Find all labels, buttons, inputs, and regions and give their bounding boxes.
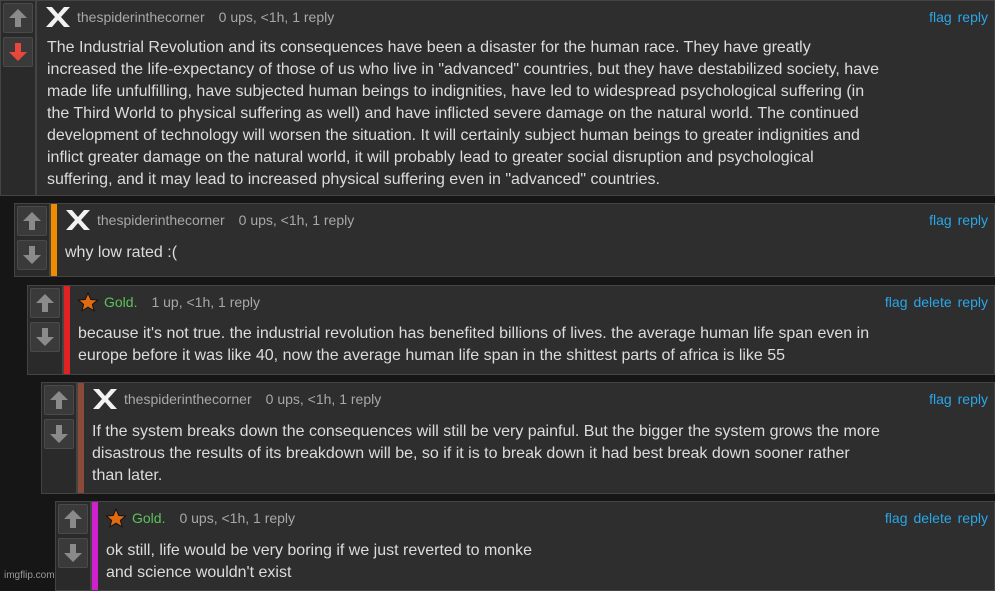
username-link[interactable]: Gold.	[104, 294, 137, 310]
downvote-button[interactable]	[30, 322, 60, 352]
comment-body: thespiderinthecorner 0 ups, <1h, 1 reply…	[36, 0, 995, 196]
username-link[interactable]: thespiderinthecorner	[97, 212, 225, 228]
comment-text: ok still, life would be very boring if w…	[106, 542, 532, 581]
arrow-down-icon	[23, 246, 41, 264]
arrow-up-icon	[64, 510, 82, 528]
comment-meta: 0 ups, <1h, 1 reply	[218, 9, 335, 25]
arrow-down-icon	[36, 328, 54, 346]
delete-link[interactable]: delete	[913, 510, 951, 526]
arrow-up-icon	[9, 9, 27, 27]
star-avatar-icon[interactable]	[76, 290, 100, 314]
upvote-button[interactable]	[3, 3, 33, 33]
downvote-button[interactable]	[58, 538, 88, 568]
comment-body: thespiderinthecorner 0 ups, <1h, 1 reply…	[77, 382, 995, 494]
vote-panel	[27, 285, 63, 375]
flag-link[interactable]: flag	[929, 9, 952, 25]
vote-panel	[0, 0, 36, 196]
downvote-button[interactable]	[3, 37, 33, 67]
comment-header: thespiderinthecorner 0 ups, <1h, 1 reply…	[63, 208, 988, 232]
username-link[interactable]: Gold.	[132, 510, 165, 526]
comment-header: Gold. 1 up, <1h, 1 reply flag delete rep…	[76, 290, 988, 314]
comment-meta: 1 up, <1h, 1 reply	[151, 294, 261, 310]
arrow-up-icon	[50, 391, 68, 409]
thread-bar	[78, 383, 84, 493]
arrow-up-icon	[36, 294, 54, 312]
upvote-button[interactable]	[30, 288, 60, 318]
flag-link[interactable]: flag	[885, 510, 908, 526]
comment-body: Gold. 0 ups, <1h, 1 reply flag delete re…	[91, 501, 995, 591]
arrow-down-icon	[64, 544, 82, 562]
flag-link[interactable]: flag	[929, 212, 952, 228]
reply-link[interactable]: reply	[958, 212, 988, 228]
arrow-up-icon	[23, 212, 41, 230]
comment: thespiderinthecorner 0 ups, <1h, 1 reply…	[41, 382, 995, 494]
upvote-button[interactable]	[44, 385, 74, 415]
comment-meta: 0 ups, <1h, 1 reply	[238, 212, 355, 228]
comment: Gold. 1 up, <1h, 1 reply flag delete rep…	[27, 285, 995, 375]
vote-panel	[55, 501, 91, 591]
comment-meta: 0 ups, <1h, 1 reply	[179, 510, 296, 526]
comment-header: Gold. 0 ups, <1h, 1 reply flag delete re…	[104, 506, 988, 530]
reply-link[interactable]: reply	[958, 294, 988, 310]
vote-panel	[41, 382, 77, 494]
thread-bar	[92, 502, 98, 590]
comment-text: because it's not true. the industrial re…	[78, 325, 870, 364]
arrow-down-icon	[50, 425, 68, 443]
thread-bar	[64, 286, 70, 374]
comment: thespiderinthecorner 0 ups, <1h, 1 reply…	[0, 0, 995, 196]
comment-meta: 0 ups, <1h, 1 reply	[265, 391, 382, 407]
avatar-icon[interactable]	[63, 208, 93, 232]
comment-body: thespiderinthecorner 0 ups, <1h, 1 reply…	[50, 203, 995, 277]
downvote-button[interactable]	[44, 419, 74, 449]
reply-link[interactable]: reply	[958, 9, 988, 25]
comment: thespiderinthecorner 0 ups, <1h, 1 reply…	[14, 203, 995, 277]
avatar-icon[interactable]	[43, 5, 73, 29]
watermark: imgflip.com	[4, 570, 55, 581]
thread-bar	[51, 204, 57, 276]
star-avatar-icon[interactable]	[104, 506, 128, 530]
comment: Gold. 0 ups, <1h, 1 reply flag delete re…	[55, 501, 995, 591]
comment-header: thespiderinthecorner 0 ups, <1h, 1 reply…	[43, 5, 988, 29]
upvote-button[interactable]	[17, 206, 47, 236]
comment-header: thespiderinthecorner 0 ups, <1h, 1 reply…	[90, 387, 988, 411]
delete-link[interactable]: delete	[913, 294, 951, 310]
username-link[interactable]: thespiderinthecorner	[124, 391, 252, 407]
arrow-down-icon	[9, 43, 27, 61]
downvote-button[interactable]	[17, 240, 47, 270]
comment-body: Gold. 1 up, <1h, 1 reply flag delete rep…	[63, 285, 995, 375]
flag-link[interactable]: flag	[885, 294, 908, 310]
username-link[interactable]: thespiderinthecorner	[77, 9, 205, 25]
vote-panel	[14, 203, 50, 277]
reply-link[interactable]: reply	[958, 391, 988, 407]
comment-text: If the system breaks down the consequenc…	[92, 423, 880, 484]
upvote-button[interactable]	[58, 504, 88, 534]
reply-link[interactable]: reply	[958, 510, 988, 526]
comment-text: why low rated :(	[65, 244, 178, 261]
avatar-icon[interactable]	[90, 387, 120, 411]
comment-text: The Industrial Revolution and its conseq…	[47, 39, 879, 188]
flag-link[interactable]: flag	[929, 391, 952, 407]
